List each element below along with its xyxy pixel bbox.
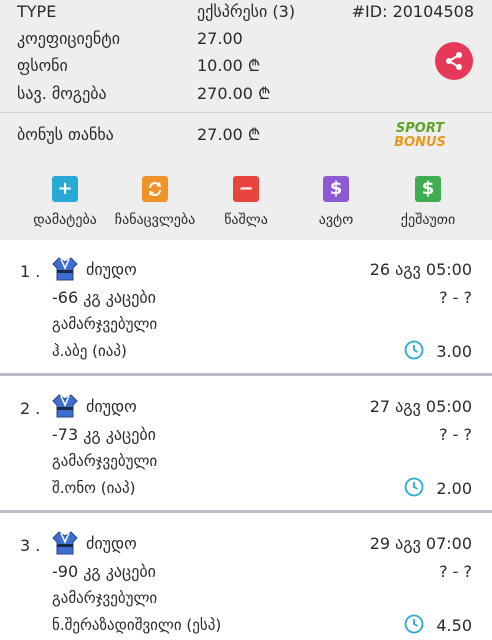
swap-icon (142, 176, 168, 202)
score: ? - ? (439, 562, 472, 581)
clock-icon (404, 477, 424, 497)
odds-value: 4.50 (436, 616, 472, 635)
sport-name: ძიუდო (86, 397, 137, 416)
selection-name: ჰ.აბე (იაპ) (52, 342, 127, 360)
dollar-icon: $ (415, 176, 441, 202)
coefficient-value: 27.00 (197, 29, 243, 48)
coefficient-label: კოეფიციენტი (17, 29, 121, 48)
dollar-icon: $ (323, 176, 349, 202)
odds-value: 2.00 (436, 479, 472, 498)
sport-bonus-logo: SPORT BONUS (394, 121, 446, 150)
bet-number: 2 . (20, 399, 41, 418)
bonus-label: ბონუს თანხა (17, 125, 114, 144)
bet-summary-panel: TYPE ექსპრესი (3) #ID: 20104508 კოეფიციე… (0, 0, 492, 240)
bonus-value: 27.00 ₾ (197, 125, 261, 144)
cashout-label: ქეშაუთი (400, 212, 456, 228)
delete-label: წაშლა (224, 212, 268, 228)
ticket-id: #ID: 20104508 (351, 2, 474, 21)
event-date: 26 აგვ 05:00 (369, 260, 472, 279)
add-label: დამატება (33, 212, 97, 228)
minus-icon: − (233, 176, 259, 202)
replace-label: ჩანაცვლება (114, 212, 196, 228)
judo-gi-icon (52, 257, 78, 281)
potential-win-label: სავ. მოგება (17, 84, 107, 103)
pick-type: გამარჯვებული (52, 452, 158, 470)
type-label: TYPE (17, 2, 57, 21)
market-name: -73 კგ კაცები (52, 425, 156, 444)
delete-button[interactable]: − წაშლა (210, 176, 282, 228)
stake-value: 10.00 ₾ (197, 56, 261, 75)
bet-number: 3 . (20, 536, 41, 555)
market-name: -90 კგ კაცები (52, 562, 156, 581)
sport-name: ძიუდო (86, 534, 137, 553)
event-date: 29 აგვ 07:00 (369, 534, 472, 553)
judo-gi-icon (52, 531, 78, 555)
market-name: -66 კგ კაცები (52, 288, 156, 307)
replace-button[interactable]: ჩანაცვლება (108, 176, 202, 228)
score: ? - ? (439, 425, 472, 444)
auto-button[interactable]: $ ავტო (300, 176, 372, 228)
share-button[interactable] (435, 42, 473, 80)
type-value: ექსპრესი (3) (197, 2, 296, 21)
odds-value: 3.00 (436, 342, 472, 361)
score: ? - ? (439, 288, 472, 307)
divider (0, 112, 492, 113)
share-icon (446, 52, 462, 70)
selection-name: შ.ონო (იაპ) (52, 479, 136, 497)
pick-type: გამარჯვებული (52, 589, 158, 607)
bet-item[interactable]: 2 . ძიუდო 27 აგვ 05:00 -73 კგ კაცები ? -… (0, 377, 492, 507)
stake-label: ფსონი (17, 56, 68, 75)
divider (0, 373, 492, 376)
sport-name: ძიუდო (86, 260, 137, 279)
potential-win-value: 270.00 ₾ (197, 84, 271, 103)
event-date: 27 აგვ 05:00 (369, 397, 472, 416)
bet-number: 1 . (20, 262, 41, 281)
cashout-button[interactable]: $ ქეშაუთი (385, 176, 471, 228)
pick-type: გამარჯვებული (52, 315, 158, 333)
judo-gi-icon (52, 394, 78, 418)
divider (0, 510, 492, 513)
add-button[interactable]: + დამატება (22, 176, 108, 228)
auto-label: ავტო (318, 212, 354, 228)
selection-name: ნ.შერაზადიშვილი (ესპ) (52, 616, 222, 634)
clock-icon (404, 614, 424, 634)
plus-icon: + (52, 176, 78, 202)
bet-item[interactable]: 3 . ძიუდო 29 აგვ 07:00 -90 კგ კაცები ? -… (0, 514, 492, 640)
clock-icon (404, 340, 424, 360)
bet-item[interactable]: 1 . ძიუდო 26 აგვ 05:00 -66 კგ კაცები ? -… (0, 240, 492, 370)
